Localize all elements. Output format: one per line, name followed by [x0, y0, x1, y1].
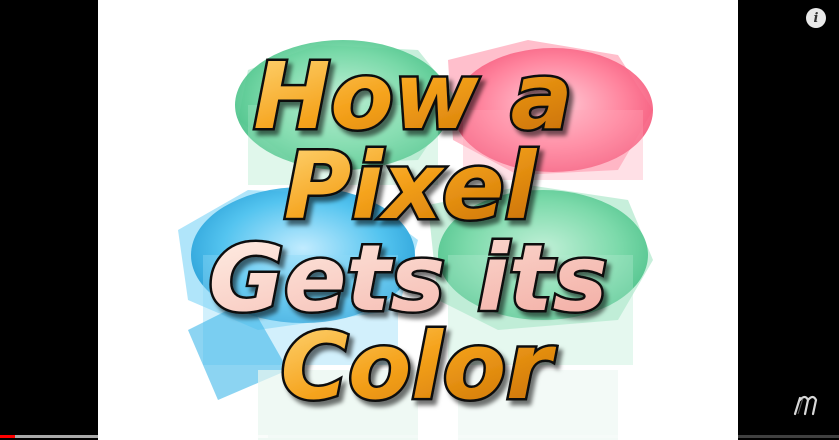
- title-line-2: Pixel: [284, 133, 538, 240]
- video-title-overlay: How a Pixel Gets its Color: [206, 41, 610, 423]
- info-icon: i: [813, 10, 819, 26]
- video-frame[interactable]: How a Pixel Gets its Color: [98, 0, 738, 440]
- info-button[interactable]: i: [806, 8, 826, 28]
- progress-bar[interactable]: [0, 435, 839, 438]
- video-player[interactable]: How a Pixel Gets its Color i: [0, 0, 839, 440]
- channel-watermark-icon[interactable]: [792, 388, 832, 418]
- progress-played: [0, 435, 16, 438]
- title-line-4: Color: [281, 313, 557, 420]
- progress-buffered: [0, 435, 269, 438]
